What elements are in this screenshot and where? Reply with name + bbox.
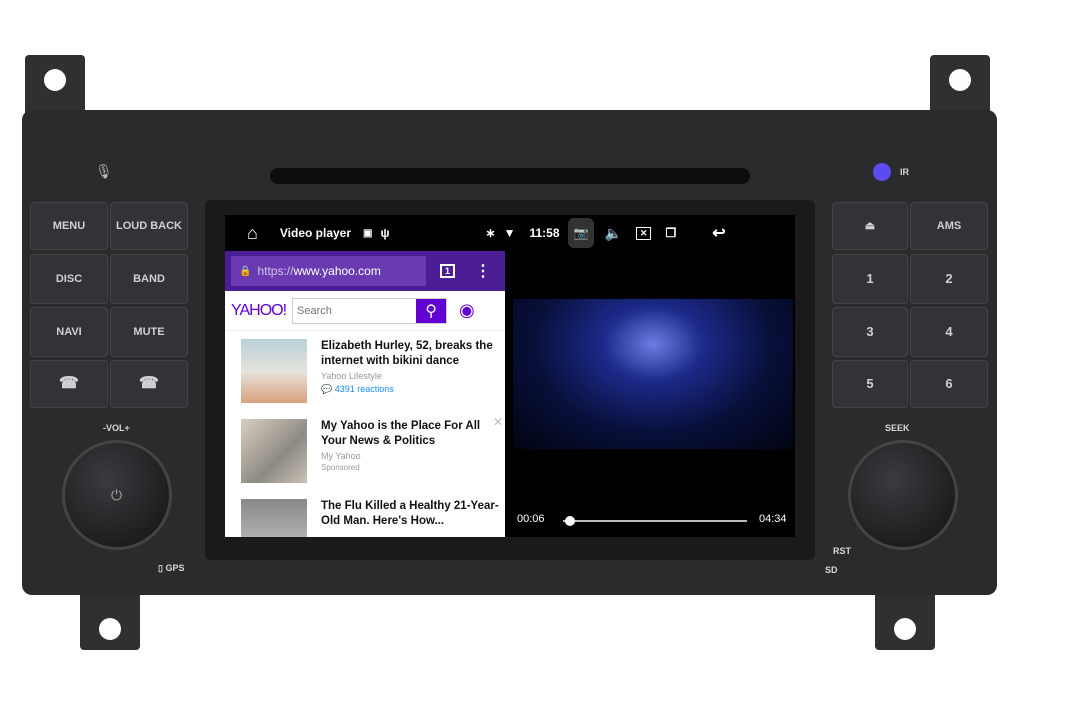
home-icon[interactable]: ⌂: [247, 223, 258, 244]
sponsored-label: Sponsored: [321, 463, 360, 472]
address-field[interactable]: 🔒 https://www.yahoo.com: [231, 256, 426, 286]
mute-button[interactable]: MUTE: [110, 307, 188, 357]
hangup-icon: ☎: [139, 375, 159, 392]
phone-icon: ☎: [59, 375, 79, 392]
app-title: Video player: [279, 226, 352, 240]
menu-icon[interactable]: ⋮: [475, 261, 491, 281]
url-bar: 🔒 https://www.yahoo.com 1 ⋮: [225, 251, 505, 291]
band-button[interactable]: BAND: [110, 254, 188, 304]
article-title: The Flu Killed a Healthy 21-Year-Old Man…: [321, 500, 499, 527]
seek-knob[interactable]: [848, 440, 958, 550]
navi-button[interactable]: NAVI: [30, 307, 108, 357]
article-thumbnail: [241, 339, 307, 403]
video-controls: 00:06 04:34: [513, 513, 793, 529]
status-bar: ⌂ Video player ▣ ψ ∗ ▼ 11:58 📷 🔈 ✕ ❐ ↩: [225, 215, 795, 251]
disc-button[interactable]: DISC: [30, 254, 108, 304]
search-icon: ⚲: [425, 302, 437, 320]
article-source: My Yahoo: [321, 451, 361, 461]
vol-label: -VOL+: [103, 423, 130, 433]
duration: 04:34: [759, 513, 787, 525]
ir-sensor: [873, 163, 891, 181]
ams-button[interactable]: AMS: [910, 202, 988, 250]
list-item[interactable]: The Flu Killed a Healthy 21-Year-Old Man…: [225, 491, 505, 537]
reactions[interactable]: 💬 4391 reactions: [321, 384, 505, 395]
clock: 11:58: [529, 226, 560, 240]
video-frame[interactable]: [513, 299, 793, 449]
url-host: www.yahoo.com: [293, 264, 381, 278]
yahoo-header: YAHOO! ⚲ ◉: [225, 291, 505, 331]
wifi-icon: ▼: [503, 226, 516, 240]
elapsed-time: 00:06: [517, 513, 545, 525]
usb-icon: ψ: [380, 226, 390, 240]
yahoo-logo[interactable]: YAHOO!: [231, 302, 287, 320]
power-icon: ⏻: [111, 487, 123, 503]
hangup-button[interactable]: ☎: [110, 360, 188, 408]
dismiss-icon[interactable]: ✕: [493, 415, 503, 429]
rst-label: RST: [833, 546, 851, 556]
preset-5-button[interactable]: 5: [832, 360, 908, 408]
list-item[interactable]: My Yahoo is the Place For All Your News …: [225, 411, 505, 491]
article-title: Elizabeth Hurley, 52, breaks the interne…: [321, 340, 493, 367]
preset-4-button[interactable]: 4: [910, 307, 988, 357]
recent-apps-icon[interactable]: ❐: [665, 226, 676, 240]
image-icon: ▣: [363, 227, 373, 239]
preset-2-button[interactable]: 2: [910, 254, 988, 304]
eject-icon: ⏏: [864, 220, 876, 232]
article-thumbnail: [241, 499, 307, 537]
comment-icon: 💬: [321, 384, 333, 394]
preset-6-button[interactable]: 6: [910, 360, 988, 408]
search-button[interactable]: ⚲: [416, 298, 447, 323]
screen: ⌂ Video player ▣ ψ ∗ ▼ 11:58 📷 🔈 ✕ ❐ ↩ 🔒…: [225, 215, 795, 537]
loud-back-button[interactable]: LOUD BACK: [110, 202, 188, 250]
sd-label: SD: [825, 565, 838, 575]
browser-window: 🔒 https://www.yahoo.com 1 ⋮ YAHOO! ⚲ ◉ El…: [225, 251, 505, 537]
article-title: My Yahoo is the Place For All Your News …: [321, 420, 481, 447]
menu-button[interactable]: MENU: [30, 202, 108, 250]
bluetooth-icon: ∗: [485, 226, 496, 240]
search-input[interactable]: [293, 298, 417, 323]
list-item[interactable]: Elizabeth Hurley, 52, breaks the interne…: [225, 331, 505, 411]
reactions-count: 4391 reactions: [334, 384, 394, 394]
disc-slot: [270, 168, 750, 184]
seek-handle[interactable]: [565, 516, 576, 526]
search-box: ⚲: [292, 297, 448, 324]
seek-label: SEEK: [885, 423, 910, 433]
gps-text: GPS: [165, 563, 185, 573]
article-thumbnail: [241, 419, 307, 483]
close-app-icon[interactable]: ✕: [635, 226, 652, 240]
ir-label: IR: [900, 167, 909, 177]
screenshot-icon[interactable]: 📷: [567, 218, 595, 248]
article-source: Yahoo Lifestyle: [321, 371, 382, 381]
seek-bar[interactable]: [563, 516, 747, 526]
lock-icon: 🔒: [239, 265, 252, 277]
tab-switcher-button[interactable]: 1: [440, 264, 456, 278]
account-icon[interactable]: ◉: [459, 300, 475, 321]
gps-label: ▯ GPS: [158, 563, 185, 573]
mic-icon: 🎙: [95, 163, 113, 179]
preset-3-button[interactable]: 3: [832, 307, 908, 357]
preset-1-button[interactable]: 1: [832, 254, 908, 304]
volume-icon[interactable]: 🔈: [604, 225, 621, 242]
call-button[interactable]: ☎: [30, 360, 108, 408]
volume-knob[interactable]: ⏻: [62, 440, 172, 550]
eject-button[interactable]: ⏏: [832, 202, 908, 250]
url-scheme: https://: [257, 264, 294, 278]
back-icon[interactable]: ↩: [712, 223, 725, 243]
